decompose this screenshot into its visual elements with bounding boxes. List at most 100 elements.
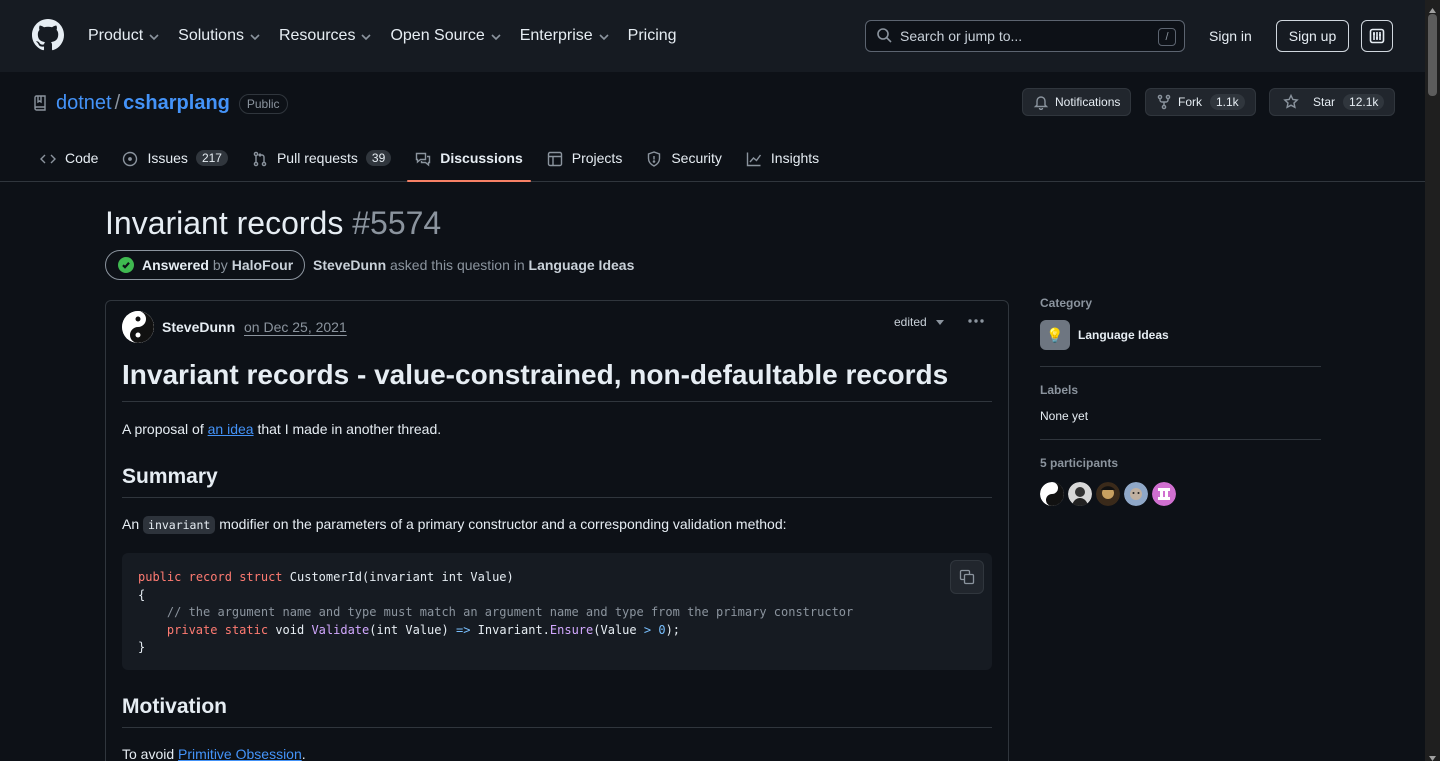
chevron-down-icon xyxy=(148,30,160,42)
more-options-button[interactable] xyxy=(964,309,988,333)
divider xyxy=(1040,439,1321,440)
tab-insights[interactable]: Insights xyxy=(746,144,819,182)
tab-projects-label: Projects xyxy=(571,150,623,166)
nav-enterprise[interactable]: Enterprise xyxy=(520,24,610,48)
edited-label: edited xyxy=(894,315,927,329)
answered-label: Answered xyxy=(142,257,209,273)
search-input[interactable]: Search or jump to... / xyxy=(865,20,1185,52)
participant-avatar[interactable] xyxy=(1096,482,1120,506)
post-heading: Invariant records - value-constrained, n… xyxy=(122,359,992,402)
lightbulb-icon: 💡 xyxy=(1040,320,1070,350)
fork-count: 1.1k xyxy=(1210,94,1245,110)
category-label: Category xyxy=(1040,296,1093,310)
edited-dropdown[interactable]: edited xyxy=(894,315,945,329)
global-header: Product Solutions Resources Open Source … xyxy=(0,0,1425,72)
tab-projects[interactable]: Projects xyxy=(547,144,623,182)
nav-pricing-label: Pricing xyxy=(627,27,677,44)
discussion-title-text: Invariant records xyxy=(105,205,344,241)
code-function: Validate xyxy=(311,622,370,637)
star-count: 12.1k xyxy=(1343,94,1385,110)
tab-security[interactable]: Security xyxy=(646,144,722,182)
code-keyword: private xyxy=(166,622,218,637)
star-button[interactable]: Star 12.1k xyxy=(1269,88,1396,116)
triangle-down-icon xyxy=(935,320,944,325)
category-link[interactable]: Language Ideas xyxy=(529,257,635,273)
sign-up-button[interactable]: Sign up xyxy=(1276,20,1349,52)
participant-avatar[interactable] xyxy=(1152,482,1176,506)
nav-resources[interactable]: Resources xyxy=(279,24,372,48)
post-date-link[interactable]: on Dec 25, 2021 xyxy=(244,319,347,335)
tab-pull-requests-count: 39 xyxy=(365,150,392,166)
category-item[interactable]: 💡 Language Ideas xyxy=(1040,320,1321,350)
summary-heading: Summary xyxy=(122,465,992,498)
tab-code[interactable]: Code xyxy=(40,144,98,182)
idea-link[interactable]: an idea xyxy=(208,421,254,437)
motivation-heading: Motivation xyxy=(122,695,992,728)
code-keyword: struct xyxy=(239,570,283,584)
sign-in-link[interactable]: Sign in xyxy=(1209,28,1252,44)
repository-header: dotnet / csharplang Public Notifications… xyxy=(0,72,1425,182)
scroll-down-arrow-icon[interactable] xyxy=(1428,750,1437,761)
post-author-link[interactable]: SteveDunn xyxy=(162,319,235,335)
graph-icon xyxy=(746,152,761,167)
nav-product[interactable]: Product xyxy=(88,24,160,48)
code-keyword: record xyxy=(188,570,232,584)
visibility-badge: Public xyxy=(238,93,288,114)
scroll-up-arrow-icon[interactable] xyxy=(1428,2,1437,13)
github-logo-icon[interactable] xyxy=(32,19,64,51)
repo-name-link[interactable]: csharplang xyxy=(123,92,230,115)
answered-badge[interactable]: Answered by HaloFour xyxy=(105,250,306,280)
search-shortcut-key: / xyxy=(1158,28,1176,46)
tab-issues-label: Issues xyxy=(147,150,188,166)
fork-button[interactable]: Fork 1.1k xyxy=(1145,88,1256,116)
participants-list xyxy=(1040,482,1321,506)
chevron-down-icon xyxy=(598,30,610,42)
tab-security-label: Security xyxy=(671,150,722,166)
copy-code-button[interactable] xyxy=(950,560,984,594)
shield-icon xyxy=(648,151,661,167)
asked-text: asked this question in xyxy=(390,257,525,273)
code-text: { xyxy=(138,587,146,602)
code-operator: > xyxy=(643,622,652,637)
nav-open-source[interactable]: Open Source xyxy=(390,24,501,48)
table-icon xyxy=(547,151,562,167)
intro-text-after: that I made in another thread. xyxy=(257,421,442,437)
avatar[interactable] xyxy=(122,311,154,343)
sliders-icon xyxy=(1369,28,1385,44)
bell-icon xyxy=(1033,96,1049,110)
settings-menu-button[interactable] xyxy=(1361,20,1393,52)
participants-label: 5 participants xyxy=(1040,456,1119,470)
repo-owner-link[interactable]: dotnet xyxy=(56,92,112,115)
tab-insights-label: Insights xyxy=(770,150,820,166)
asker-link[interactable]: SteveDunn xyxy=(313,257,386,273)
tab-issues[interactable]: Issues 217 xyxy=(122,144,228,182)
participant-avatar[interactable] xyxy=(1068,482,1092,506)
code-text: CustomerId(invariant int Value) xyxy=(289,570,514,584)
tab-discussions[interactable]: Discussions xyxy=(407,144,532,182)
summary-text-before: An xyxy=(122,516,140,532)
discussion-icon xyxy=(416,152,431,167)
code-number: 0 xyxy=(658,622,666,637)
divider xyxy=(1040,366,1321,367)
repo-tabs: Code Issues 217 Pull requests 39 Discuss… xyxy=(40,144,843,182)
pull-request-icon xyxy=(253,151,267,167)
search-icon xyxy=(876,27,892,46)
vertical-scrollbar[interactable] xyxy=(1425,0,1440,761)
nav-resources-label: Resources xyxy=(278,27,356,44)
notifications-button[interactable]: Notifications xyxy=(1022,88,1132,116)
participant-avatar[interactable] xyxy=(1124,482,1148,506)
scrollbar-thumb[interactable] xyxy=(1428,14,1437,96)
chevron-down-icon xyxy=(249,30,261,42)
participant-avatar[interactable] xyxy=(1040,482,1064,506)
kebab-horizontal-icon xyxy=(968,319,984,323)
motivation-paragraph: To avoid Primitive Obsession. xyxy=(122,746,306,761)
nav-solutions[interactable]: Solutions xyxy=(178,24,261,48)
primitive-obsession-link[interactable]: Primitive Obsession xyxy=(178,746,302,761)
code-comment: // the argument name and type must match… xyxy=(166,605,854,619)
nav-pricing[interactable]: Pricing xyxy=(628,24,677,48)
code-text: Invariant. xyxy=(477,622,550,637)
discussion-sidebar: Category 💡 Language Ideas Labels None ye… xyxy=(1040,296,1321,506)
repo-breadcrumb: dotnet / csharplang Public xyxy=(56,92,288,115)
code-keyword: public xyxy=(138,570,182,584)
tab-pull-requests[interactable]: Pull requests 39 xyxy=(252,144,392,182)
